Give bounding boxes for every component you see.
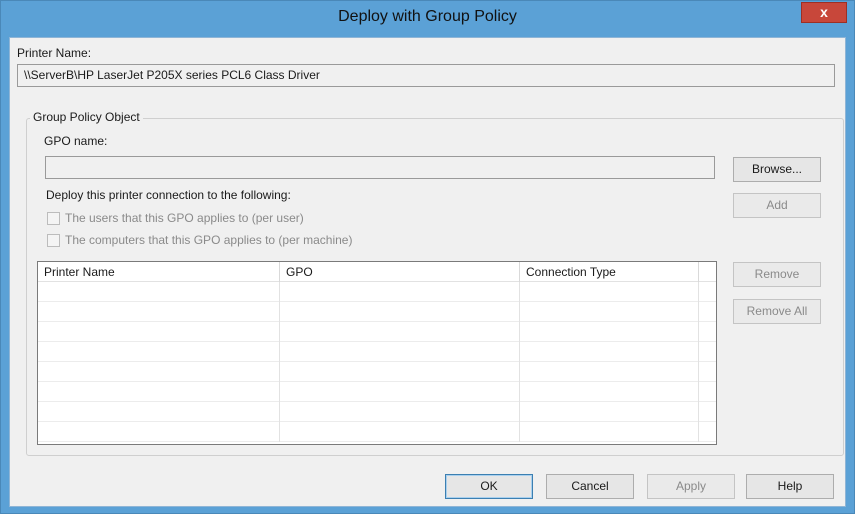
browse-button[interactable]: Browse...	[733, 157, 821, 182]
add-button[interactable]: Add	[733, 193, 821, 218]
deploy-to-label: Deploy this printer connection to the fo…	[46, 188, 291, 202]
printer-name-field[interactable]: \\ServerB\HP LaserJet P205X series PCL6 …	[17, 64, 835, 87]
dialog-body: Printer Name: \\ServerB\HP LaserJet P205…	[9, 37, 846, 507]
table-row	[38, 422, 716, 442]
table-row	[38, 342, 716, 362]
per-user-label: The users that this GPO applies to (per …	[65, 211, 304, 225]
group-policy-object-title: Group Policy Object	[30, 110, 143, 124]
window-title: Deploy with Group Policy	[338, 8, 517, 25]
per-machine-label: The computers that this GPO applies to (…	[65, 233, 353, 247]
gpo-name-field[interactable]	[45, 156, 715, 179]
help-button[interactable]: Help	[746, 474, 834, 499]
remove-all-button[interactable]: Remove All	[733, 299, 821, 324]
deployed-printers-table[interactable]: Printer Name GPO Connection Type	[37, 261, 717, 445]
title-bar[interactable]: Deploy with Group Policy x	[1, 1, 854, 35]
table-row	[38, 302, 716, 322]
per-user-checkbox[interactable]	[47, 211, 60, 225]
gpo-name-label: GPO name:	[44, 134, 108, 148]
column-header-connection-type[interactable]: Connection Type	[520, 262, 699, 282]
remove-button[interactable]: Remove	[733, 262, 821, 287]
table-row	[38, 402, 716, 422]
printer-name-label: Printer Name:	[17, 46, 92, 60]
per-user-option[interactable]: The users that this GPO applies to (per …	[47, 211, 304, 225]
ok-button[interactable]: OK	[445, 474, 533, 499]
apply-button[interactable]: Apply	[647, 474, 735, 499]
column-header-filler	[699, 262, 716, 282]
cancel-button[interactable]: Cancel	[546, 474, 634, 499]
table-row	[38, 322, 716, 342]
table-row	[38, 382, 716, 402]
close-button[interactable]: x	[801, 2, 847, 23]
table-header: Printer Name GPO Connection Type	[38, 262, 716, 282]
column-header-printer-name[interactable]: Printer Name	[38, 262, 280, 282]
per-machine-checkbox[interactable]	[47, 233, 60, 247]
dialog-window: Deploy with Group Policy x Printer Name:…	[0, 0, 855, 514]
table-row	[38, 282, 716, 302]
per-machine-option[interactable]: The computers that this GPO applies to (…	[47, 233, 352, 247]
column-header-gpo[interactable]: GPO	[280, 262, 520, 282]
table-row	[38, 362, 716, 382]
